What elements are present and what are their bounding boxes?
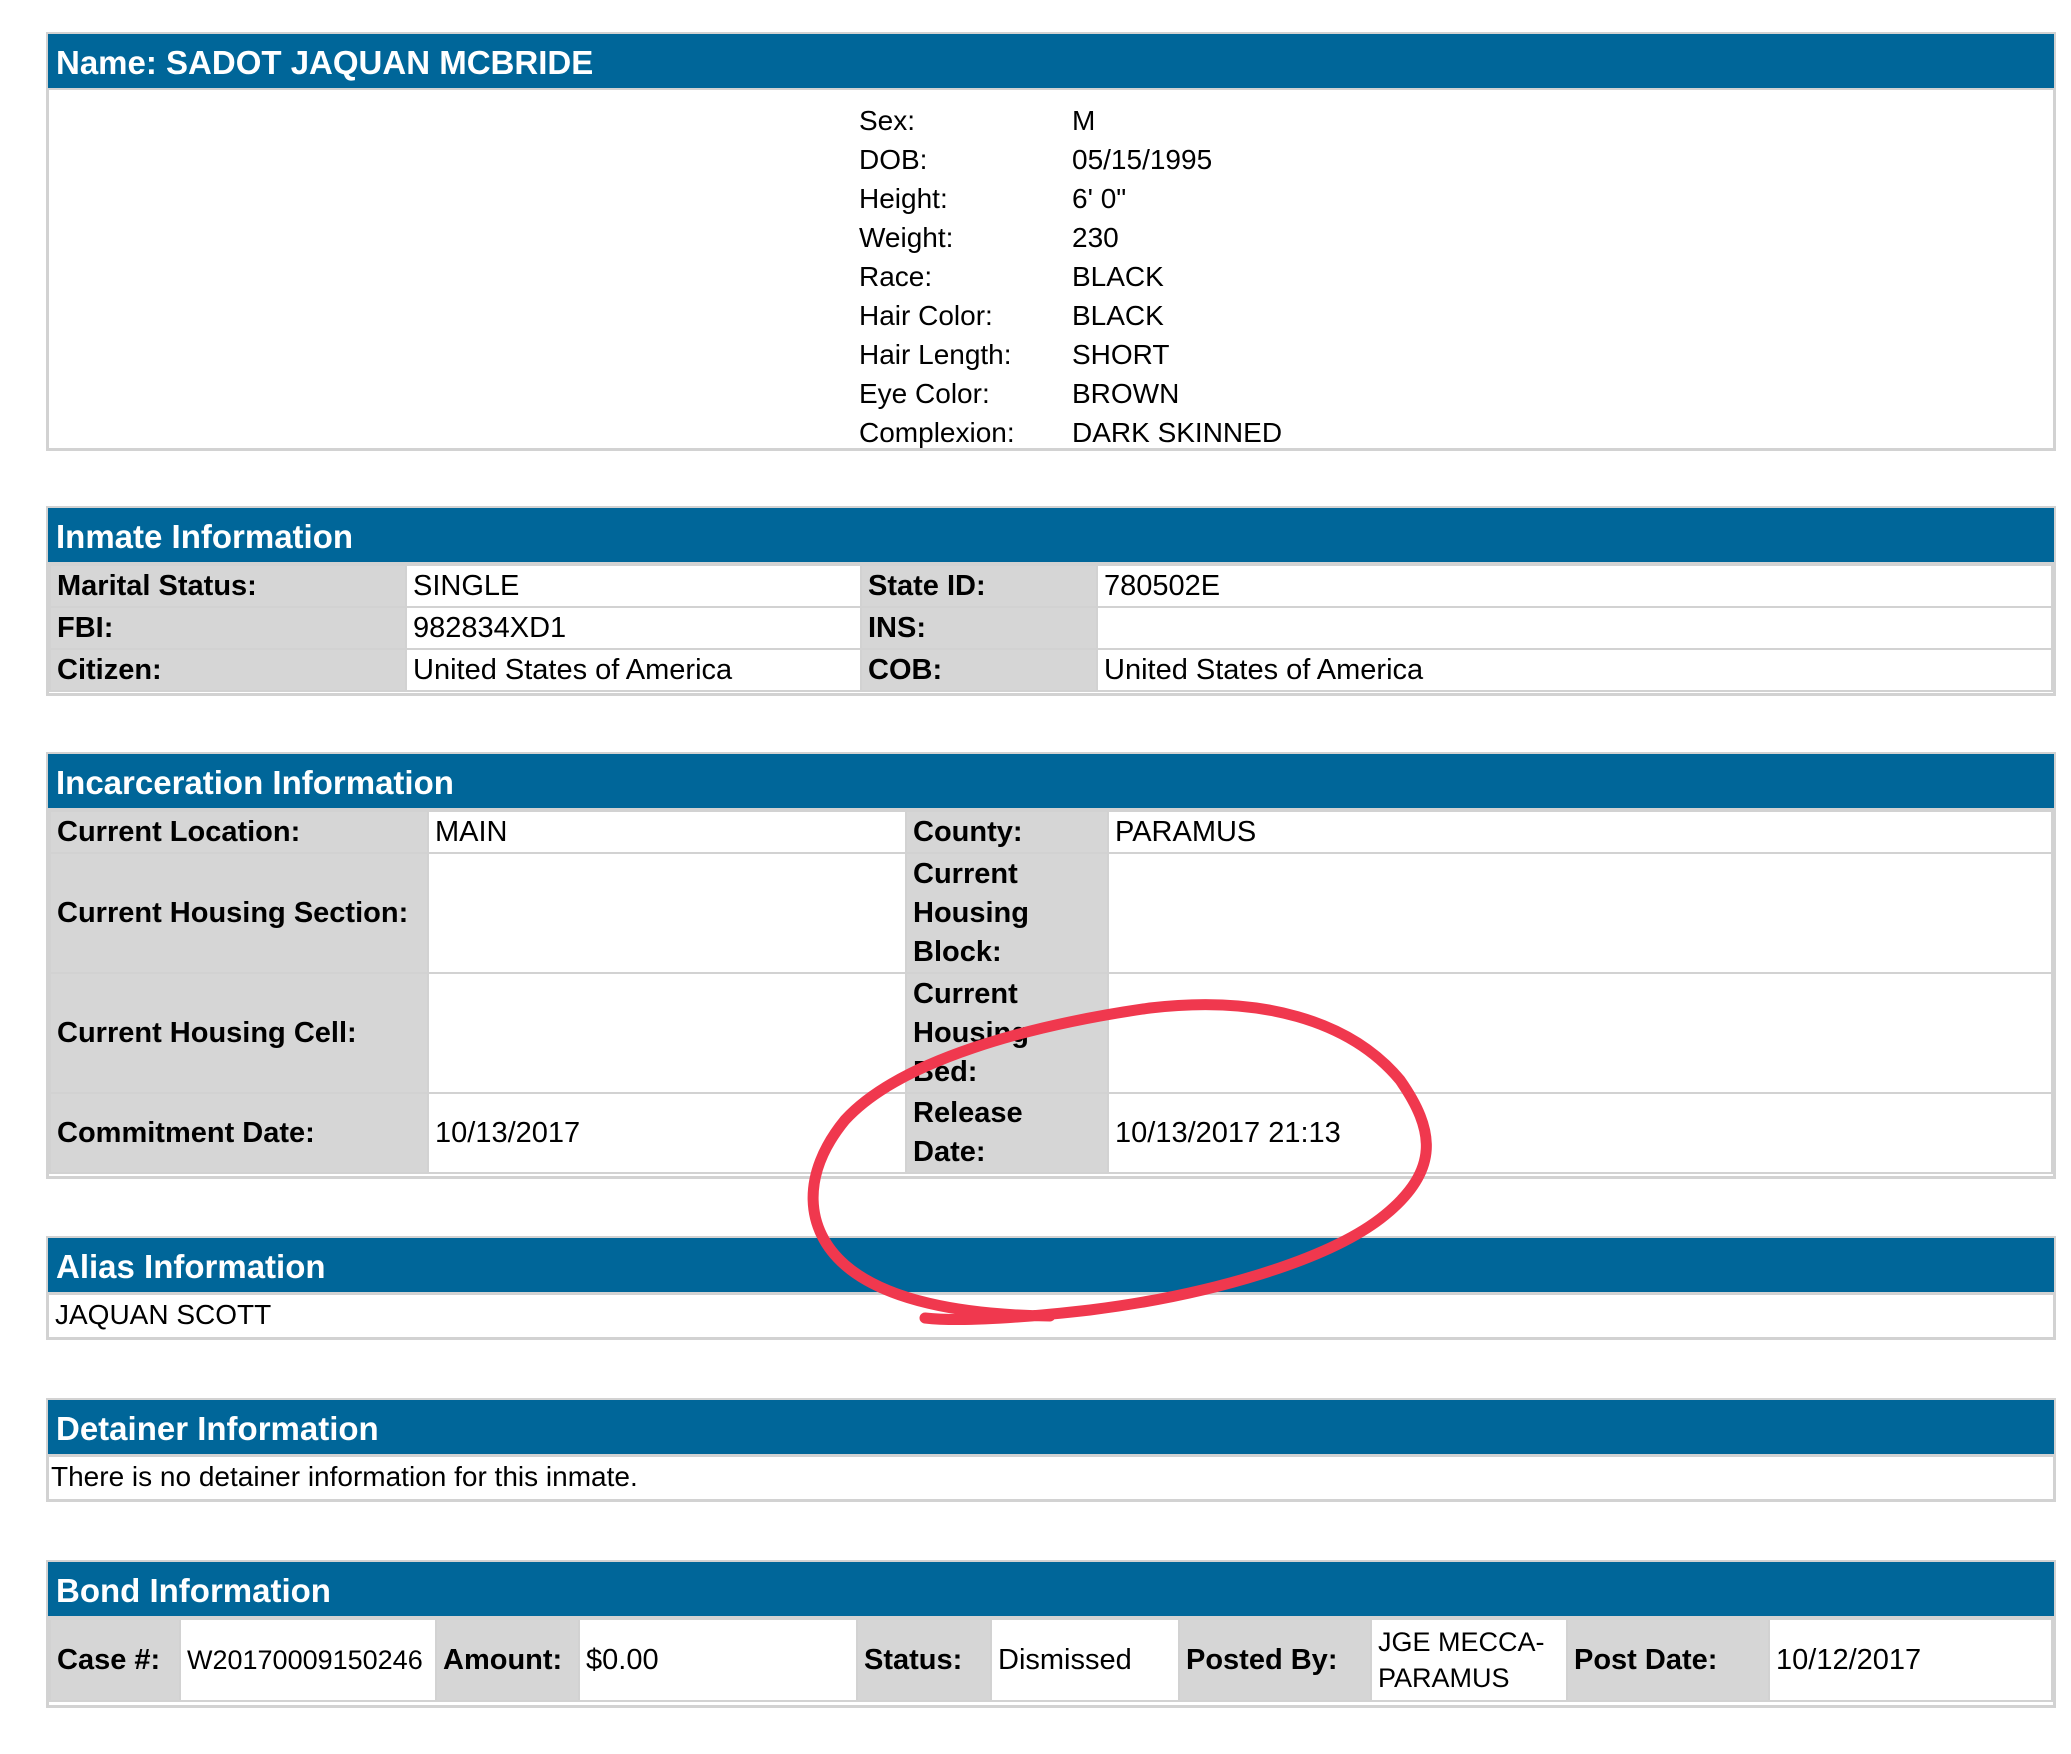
detail-value: BROWN	[1072, 378, 1180, 409]
detail-label: Height:	[859, 183, 948, 214]
detail-row-dob: DOB: 05/15/1995	[859, 140, 1282, 179]
detail-label: Complexion:	[859, 417, 1015, 448]
incarceration-info-header: Incarceration Information	[46, 752, 2056, 810]
ins-label: INS:	[860, 606, 1098, 650]
current-location-value: MAIN	[427, 810, 907, 854]
inmate-info-section: Inmate Information Marital Status: SINGL…	[46, 506, 2056, 696]
name-header: Name: SADOT JAQUAN MCBRIDE	[46, 32, 2056, 90]
inmate-info-header: Inmate Information	[46, 506, 2056, 564]
bond-info-table: Case #: W20170009150246 Amount: $0.00 St…	[49, 1618, 2053, 1702]
inmate-info-table: Marital Status: SINGLE State ID: 780502E…	[49, 564, 2053, 692]
housing-block-value	[1107, 852, 2053, 974]
table-row: Marital Status: SINGLE State ID: 780502E	[49, 564, 2053, 608]
bond-info-section: Bond Information Case #: W20170009150246…	[46, 1560, 2056, 1708]
marital-status-label: Marital Status:	[49, 564, 407, 608]
cob-label: COB:	[860, 648, 1098, 692]
bond-info-header: Bond Information	[46, 1560, 2056, 1618]
ins-value	[1096, 606, 2053, 650]
name-section: Name: SADOT JAQUAN MCBRIDE Sex: M DOB: 05/…	[46, 32, 2056, 451]
citizen-label: Citizen:	[49, 648, 407, 692]
detainer-message: There is no detainer information for thi…	[49, 1456, 2053, 1496]
post-date-label: Post Date:	[1566, 1618, 1770, 1702]
alias-info-section: Alias Information JAQUAN SCOTT	[46, 1236, 2056, 1340]
housing-section-value	[427, 852, 907, 974]
detail-label: Hair Color:	[859, 300, 993, 331]
case-number-value: W20170009150246	[179, 1618, 437, 1702]
detail-value: SHORT	[1072, 339, 1170, 370]
table-row: Case #: W20170009150246 Amount: $0.00 St…	[49, 1618, 2053, 1702]
detail-label: Eye Color:	[859, 378, 990, 409]
detail-row-hair-length: Hair Length: SHORT	[859, 335, 1282, 374]
housing-cell-value	[427, 972, 907, 1094]
table-row: Current Housing Section: Current Housing…	[49, 852, 2053, 974]
state-id-value: 780502E	[1096, 564, 2053, 608]
table-row: Commitment Date: 10/13/2017 Release Date…	[49, 1092, 2053, 1174]
marital-status-value: SINGLE	[405, 564, 862, 608]
detail-value: 230	[1072, 222, 1119, 253]
detail-value: 6' 0"	[1072, 183, 1127, 214]
county-value: PARAMUS	[1107, 810, 2053, 854]
detail-label: DOB:	[859, 144, 928, 175]
current-location-label: Current Location:	[49, 810, 429, 854]
detail-label: Weight:	[859, 222, 954, 253]
table-row: Current Housing Cell: Current Housing Be…	[49, 972, 2053, 1094]
county-label: County:	[905, 810, 1109, 854]
posted-by-label: Posted By:	[1178, 1618, 1372, 1702]
case-number-label: Case #:	[49, 1618, 181, 1702]
alias-value: JAQUAN SCOTT	[49, 1294, 2053, 1334]
detail-value: BLACK	[1072, 261, 1164, 292]
fbi-value: 982834XD1	[405, 606, 862, 650]
housing-bed-label: Current Housing Bed:	[905, 972, 1109, 1094]
detainer-info-section: Detainer Information There is no detaine…	[46, 1398, 2056, 1502]
alias-info-header: Alias Information	[46, 1236, 2056, 1294]
housing-block-label: Current Housing Block:	[905, 852, 1109, 974]
citizen-value: United States of America	[405, 648, 862, 692]
housing-section-label: Current Housing Section:	[49, 852, 429, 974]
detail-row-sex: Sex: M	[859, 101, 1282, 140]
table-row: FBI: 982834XD1 INS:	[49, 606, 2053, 650]
table-row: Citizen: United States of America COB: U…	[49, 648, 2053, 692]
table-row: Current Location: MAIN County: PARAMUS	[49, 810, 2053, 854]
detail-row-height: Height: 6' 0"	[859, 179, 1282, 218]
amount-label: Amount:	[435, 1618, 580, 1702]
status-label: Status:	[856, 1618, 992, 1702]
detail-value: M	[1072, 105, 1096, 136]
status-value: Dismissed	[990, 1618, 1180, 1702]
commitment-date-value: 10/13/2017	[427, 1092, 907, 1174]
detail-label: Race:	[859, 261, 933, 292]
detail-row-eye-color: Eye Color: BROWN	[859, 374, 1282, 413]
detail-row-race: Race: BLACK	[859, 257, 1282, 296]
detail-label: Hair Length:	[859, 339, 1012, 370]
detainer-info-header: Detainer Information	[46, 1398, 2056, 1456]
housing-bed-value	[1107, 972, 2053, 1094]
release-date-value: 10/13/2017 21:13	[1107, 1092, 2053, 1174]
state-id-label: State ID:	[860, 564, 1098, 608]
detail-value: BLACK	[1072, 300, 1164, 331]
detail-row-weight: Weight: 230	[859, 218, 1282, 257]
incarceration-info-section: Incarceration Information Current Locati…	[46, 752, 2056, 1179]
physical-details: Sex: M DOB: 05/15/1995 Height: 6' 0" Weight…	[859, 101, 1282, 452]
release-date-label: Release Date:	[905, 1092, 1109, 1174]
commitment-date-label: Commitment Date:	[49, 1092, 429, 1174]
housing-cell-label: Current Housing Cell:	[49, 972, 429, 1094]
post-date-value: 10/12/2017	[1768, 1618, 2053, 1702]
amount-value: $0.00	[578, 1618, 858, 1702]
incarceration-info-table: Current Location: MAIN County: PARAMUS C…	[49, 810, 2053, 1174]
detail-label: Sex:	[859, 105, 916, 136]
detail-row-complexion: Complexion: DARK SKINNED	[859, 413, 1282, 452]
detail-value: 05/15/1995	[1072, 144, 1213, 175]
cob-value: United States of America	[1096, 648, 2053, 692]
detail-row-hair-color: Hair Color: BLACK	[859, 296, 1282, 335]
detail-value: DARK SKINNED	[1072, 417, 1283, 448]
fbi-label: FBI:	[49, 606, 407, 650]
posted-by-value: JGE MECCA-PARAMUS	[1370, 1618, 1568, 1702]
